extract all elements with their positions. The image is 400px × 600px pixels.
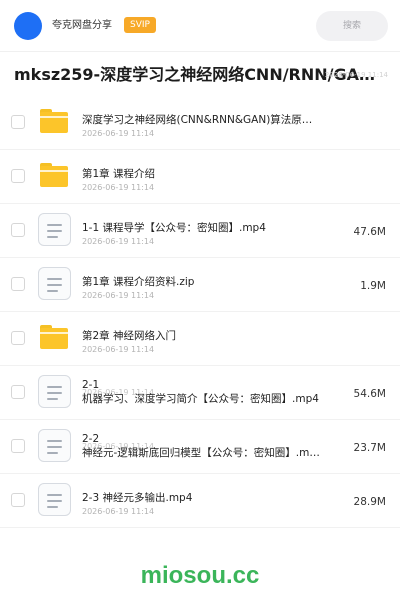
item-name-line-2: 神经元-逻辑斯底回归模型【公众号：密知圈】.mp4 [82, 447, 322, 459]
row-checkbox[interactable] [11, 331, 25, 345]
row-checkbox[interactable] [11, 439, 25, 453]
watermark-text: miosou.cc [140, 562, 260, 589]
item-name-line-1: 2-2 [82, 433, 100, 445]
item-name: 第1章 课程介绍 [82, 168, 156, 180]
item-name: 2-2 神经元-逻辑斯底回归模型【公众号：密知圈】.mp4 [82, 432, 322, 460]
folder-icon [40, 109, 68, 133]
file-icon [38, 213, 71, 246]
list-item[interactable]: 2026-06-19 11:14 2-1 机器学习、深度学习简介【公众号：密知圈… [0, 366, 400, 420]
folder-icon [40, 163, 68, 187]
file-icon [38, 267, 71, 300]
folder-icon [40, 325, 68, 349]
item-name: 1-1 课程导学【公众号：密知圈】.mp4 [82, 222, 266, 234]
row-checkbox[interactable] [11, 115, 25, 129]
list-item[interactable]: 第2章 神经网络入门 2026-06-19 11:14 [0, 312, 400, 366]
item-size: 47.6M [353, 226, 386, 238]
item-name: 深度学习之神经网络(CNN&RNN&GAN)算法原理+实战 [82, 114, 322, 126]
item-name: 第1章 课程介绍资料.zip [82, 276, 195, 288]
row-checkbox[interactable] [11, 493, 25, 507]
item-size: 1.9M [360, 280, 386, 292]
file-icon [38, 429, 71, 462]
item-date: 2026-06-19 11:14 [82, 129, 155, 138]
item-date: 2026-06-19 11:14 [82, 345, 155, 354]
row-checkbox[interactable] [11, 385, 25, 399]
title-bar: mksz259-深度学习之神经网络CNN/RNN/GAN（算法原理+实战） 20… [0, 52, 400, 96]
list-item[interactable]: 2-3 神经元多输出.mp4 2026-06-19 11:14 28.9M [0, 474, 400, 528]
file-list: 深度学习之神经网络(CNN&RNN&GAN)算法原理+实战 2026-06-19… [0, 96, 400, 528]
header-bar: 夸克网盘分享 SVIP 搜索 [0, 0, 400, 52]
item-date: 2026-06-19 11:14 [82, 291, 155, 300]
item-date: 2026-06-19 11:14 [82, 237, 155, 246]
search-button[interactable]: 搜索 [316, 11, 388, 41]
app-name: 夸克网盘分享 [52, 20, 112, 31]
item-name: 2-3 神经元多输出.mp4 [82, 492, 193, 504]
row-checkbox[interactable] [11, 223, 25, 237]
item-name-line-1: 2-1 [82, 379, 100, 391]
item-name: 2-1 机器学习、深度学习简介【公众号：密知圈】.mp4 [82, 378, 322, 406]
list-item[interactable]: 第1章 课程介绍资料.zip 2026-06-19 11:14 1.9M [0, 258, 400, 312]
item-size: 54.6M [353, 388, 386, 400]
file-icon [38, 375, 71, 408]
file-icon [38, 483, 71, 516]
item-name: 第2章 神经网络入门 [82, 330, 177, 342]
row-checkbox[interactable] [11, 277, 25, 291]
list-item[interactable]: 2026-06-19 11:14 2-2 神经元-逻辑斯底回归模型【公众号：密知… [0, 420, 400, 474]
item-name-line-2: 机器学习、深度学习简介【公众号：密知圈】.mp4 [82, 393, 319, 405]
item-size: 28.9M [353, 496, 386, 508]
svip-badge: SVIP [124, 17, 156, 33]
item-date: 2026-06-19 11:14 [82, 183, 155, 192]
item-size: 23.7M [353, 442, 386, 454]
item-date: 2026-06-19 11:14 [82, 507, 155, 516]
avatar[interactable] [14, 12, 42, 40]
list-item[interactable]: 深度学习之神经网络(CNN&RNN&GAN)算法原理+实战 2026-06-19… [0, 96, 400, 150]
row-checkbox[interactable] [11, 169, 25, 183]
list-item[interactable]: 1-1 课程导学【公众号：密知圈】.mp4 2026-06-19 11:14 4… [0, 204, 400, 258]
list-item[interactable]: 第1章 课程介绍 2026-06-19 11:14 [0, 150, 400, 204]
title-meta-date: 2026-06-19 11:14 [324, 71, 388, 79]
